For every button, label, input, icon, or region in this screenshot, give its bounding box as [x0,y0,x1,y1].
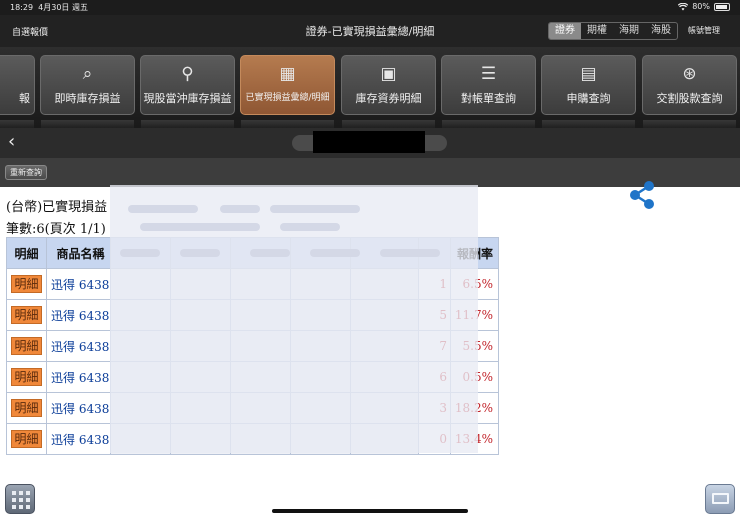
daytrade-icon: ⚲ [181,64,194,84]
battery-percent: 80% [692,2,710,11]
inventory-pnl-icon: ⌕ [82,64,93,84]
redacted-account-box [313,131,425,153]
requery-button[interactable]: 重新查詢 [5,165,47,180]
back-chevron-icon[interactable]: ‹ [8,131,15,153]
summary-caption: (台幣)已實現損益 [6,200,108,215]
record-count: 筆數:6(頁次 1/1) [6,222,106,237]
redaction-blur-overlay [110,185,478,453]
product-name-link[interactable]: 迅得 6438 [46,361,111,393]
share-icon[interactable] [628,180,656,210]
status-date: 4月30日 週五 [38,3,88,12]
toolbar-label: 申購查詢 [566,92,611,105]
wifi-icon [678,2,689,10]
detail-cell: 明細 [6,268,47,300]
toolbar-label: 即時庫存損益 [54,92,121,105]
subscription-icon: ▤ [580,64,597,84]
segment-securities[interactable]: 證券 [549,23,581,39]
toolbar-label: 交割股款查詢 [656,92,723,105]
favorites-quote-link[interactable]: 自選報價 [12,25,48,38]
product-name-link[interactable]: 迅得 6438 [46,423,111,455]
toolbar-label: 庫存資券明細 [355,92,422,105]
detail-button[interactable]: 明細 [11,275,42,293]
margin-detail-icon: ▣ [380,64,397,84]
toolbar-label: 已實現損益彙總/明細 [245,93,330,103]
battery-icon [714,2,730,11]
function-toolbar: ▤ 報 ⌕ 即時庫存損益 ⚲ 現股當沖庫存損益 ▦ 已實現損益彙總/明細 ▣ 庫… [0,47,740,128]
product-name-link[interactable]: 迅得 6438 [46,392,111,424]
toolbar-statement-query-button[interactable]: ☰ 對帳單查詢 [441,55,536,128]
detail-cell: 明細 [6,392,47,424]
detail-button[interactable]: 明細 [11,306,42,324]
toolbar-margin-detail-button[interactable]: ▣ 庫存資券明細 [341,55,436,128]
status-time: 18:29 [10,3,34,12]
toolbar-report-button[interactable]: ▤ 報 [0,55,35,128]
settlement-icon: ⊛ [682,64,697,84]
market-segment-control: 證券 期權 海期 海股 [548,22,678,40]
detail-button[interactable]: 明細 [11,430,42,448]
app-menu-grid-icon[interactable] [5,484,35,514]
toolbar-label: 對帳單查詢 [461,92,516,105]
col-header-detail: 明細 [6,237,47,269]
report-icon: ▤ [0,66,34,83]
monitor-icon[interactable] [705,484,735,514]
toolbar-realized-pnl-button[interactable]: ▦ 已實現損益彙總/明細 [240,55,335,128]
col-header-name: 商品名稱 [46,237,111,269]
segment-futures-options[interactable]: 期權 [581,23,613,39]
detail-button[interactable]: 明細 [11,337,42,355]
toolbar-label: 現股當沖庫存損益 [143,92,232,105]
toolbar-daytrade-inventory-pnl-button[interactable]: ⚲ 現股當沖庫存損益 [140,55,235,128]
segment-overseas-stocks[interactable]: 海股 [645,23,677,39]
status-time-date: 18:29 4月30日 週五 [10,2,88,13]
home-indicator [272,509,468,513]
app-header: 自選報價 證券-已實現損益彙總/明細 證券 期權 海期 海股 帳號管理 [0,15,740,47]
product-name-link[interactable]: 迅得 6438 [46,268,111,300]
toolbar-realtime-inventory-pnl-button[interactable]: ⌕ 即時庫存損益 [40,55,135,128]
product-name-link[interactable]: 迅得 6438 [46,330,111,362]
navigation-row: ‹ [0,128,740,158]
detail-cell: 明細 [6,330,47,362]
toolbar-label: 報 [19,92,30,105]
status-right: 80% [678,2,730,11]
toolbar-subscription-query-button[interactable]: ▤ 申購查詢 [541,55,636,128]
account-management-button[interactable]: 帳號管理 [688,25,720,36]
product-name-link[interactable]: 迅得 6438 [46,299,111,331]
realized-pnl-icon: ▦ [279,64,296,84]
detail-cell: 明細 [6,299,47,331]
toolbar-settlement-query-button[interactable]: ⊛ 交割股款查詢 [642,55,737,128]
statement-icon: ☰ [480,64,497,84]
detail-button[interactable]: 明細 [11,399,42,417]
detail-cell: 明細 [6,361,47,393]
detail-cell: 明細 [6,423,47,455]
segment-overseas-futures[interactable]: 海期 [613,23,645,39]
status-bar: 18:29 4月30日 週五 80% [0,0,740,15]
detail-button[interactable]: 明細 [11,368,42,386]
